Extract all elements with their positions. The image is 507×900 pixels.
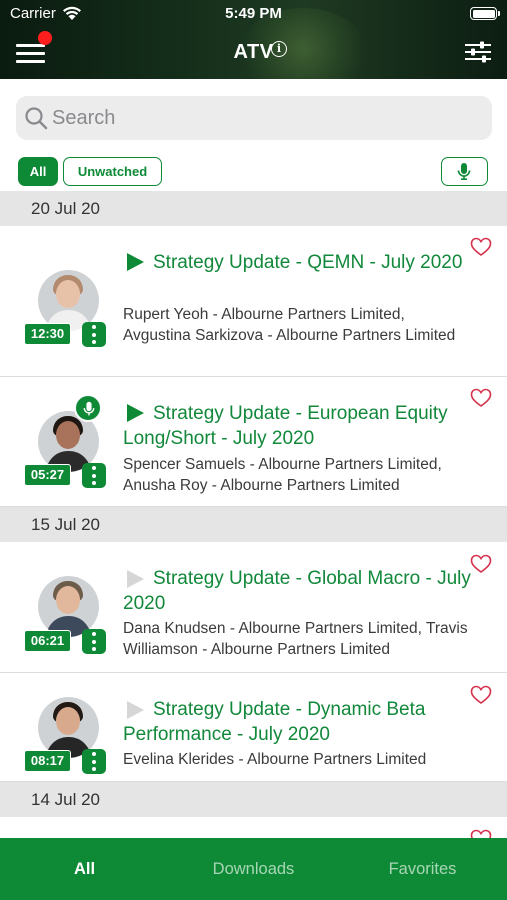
tab-all[interactable]: All xyxy=(0,838,169,900)
tab-downloads[interactable]: Downloads xyxy=(169,838,338,900)
video-list-item[interactable]: 08:17 Strategy Update - Dynamic Beta Per… xyxy=(0,673,507,782)
video-list-item[interactable] xyxy=(0,817,507,848)
heart-icon[interactable] xyxy=(470,554,492,574)
more-options-button[interactable] xyxy=(82,322,106,347)
duration-badge: 06:21 xyxy=(24,630,71,652)
video-title-link[interactable]: Strategy Update - QEMN - July 2020 xyxy=(123,251,473,276)
voice-search-button[interactable] xyxy=(441,157,488,186)
info-icon[interactable]: i xyxy=(271,41,287,57)
search-bar[interactable] xyxy=(16,96,492,140)
tab-bar: All Downloads Favorites xyxy=(0,838,507,900)
video-list-item[interactable]: 06:21 Strategy Update - Global Macro - J… xyxy=(0,542,507,673)
filter-unwatched-chip[interactable]: Unwatched xyxy=(63,157,162,186)
heart-icon[interactable] xyxy=(470,388,492,408)
video-title-link[interactable]: Strategy Update - Dynamic Beta Performan… xyxy=(123,698,473,747)
status-time: 5:49 PM xyxy=(225,5,282,22)
microphone-icon xyxy=(457,163,471,180)
date-section-header: 20 Jul 20 xyxy=(0,191,507,226)
status-bar: Carrier 5:49 PM xyxy=(0,0,507,28)
audio-available-badge xyxy=(74,394,102,422)
video-presenters: Evelina Klerides - Albourne Partners Lim… xyxy=(123,751,427,768)
filter-all-chip[interactable]: All xyxy=(18,157,58,186)
settings-sliders-icon[interactable] xyxy=(465,40,491,64)
video-presenters: Rupert Yeoh - Albourne Partners Limited,… xyxy=(123,306,456,344)
more-options-button[interactable] xyxy=(82,463,106,488)
tab-favorites[interactable]: Favorites xyxy=(338,838,507,900)
navigation-header: Carrier 5:49 PM ATV i xyxy=(0,0,507,79)
video-presenters: Dana Knudsen - Albourne Partners Limited… xyxy=(123,620,468,658)
more-options-button[interactable] xyxy=(82,629,106,654)
page-title: ATV xyxy=(233,41,274,63)
video-list-item[interactable]: 05:27 Strategy Update - European Equity … xyxy=(0,377,507,507)
video-presenters: Spencer Samuels - Albourne Partners Limi… xyxy=(123,456,442,494)
video-list-item[interactable]: 12:30 Strategy Update - QEMN - July 2020… xyxy=(0,226,507,377)
video-title-link[interactable]: Strategy Update - Global Macro - July 20… xyxy=(123,567,473,616)
more-options-button[interactable] xyxy=(82,749,106,774)
presenter-thumbnail xyxy=(38,576,99,637)
battery-icon xyxy=(470,7,500,20)
duration-badge: 08:17 xyxy=(24,750,71,772)
microphone-icon xyxy=(83,401,95,416)
duration-badge: 12:30 xyxy=(24,323,71,345)
search-icon xyxy=(25,107,48,130)
duration-badge: 05:27 xyxy=(24,464,71,486)
heart-icon[interactable] xyxy=(470,237,492,257)
search-input[interactable] xyxy=(52,102,472,134)
date-section-header: 14 Jul 20 xyxy=(0,782,507,817)
date-section-header: 15 Jul 20 xyxy=(0,507,507,542)
video-title-link[interactable]: Strategy Update - European Equity Long/S… xyxy=(123,402,473,451)
heart-icon[interactable] xyxy=(470,685,492,705)
